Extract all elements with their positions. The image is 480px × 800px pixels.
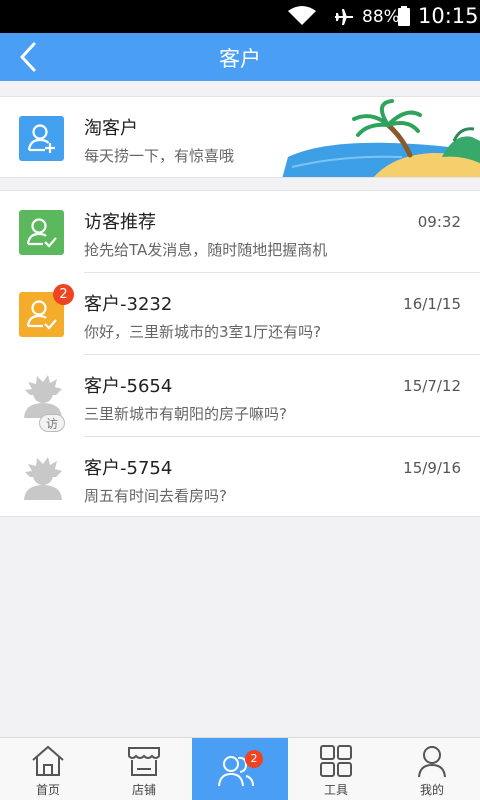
list-item[interactable]: 访 客户-5654 三里新城市有朝阳的房子嘛吗? 15/7/12 xyxy=(0,355,480,437)
navbar: 客户 xyxy=(0,33,480,81)
visitor-tag: 访 xyxy=(45,417,58,431)
list-item[interactable]: 访客推荐 抢先给TA发消息，随时随地把握商机 09:32 xyxy=(0,191,480,273)
tab-label: 工具 xyxy=(323,783,348,797)
visitor-recommend-icon-box xyxy=(19,210,64,255)
airplane-icon xyxy=(335,9,353,25)
tab-label: 店铺 xyxy=(131,783,156,797)
clock: 10:15 xyxy=(418,4,479,28)
battery-percent: 88% xyxy=(362,7,400,27)
battery-icon xyxy=(398,6,410,26)
person-icon xyxy=(418,746,446,778)
list-item-time: 15/9/16 xyxy=(403,459,461,477)
tab-store[interactable]: 店铺 xyxy=(96,738,192,800)
island-illustration xyxy=(282,99,480,177)
user-check-icon xyxy=(26,218,57,248)
bottom-tab-bar: 首页 店铺 2 工具 我的 xyxy=(0,737,480,800)
add-user-icon xyxy=(27,124,55,153)
list-item-name: 客户-5654 xyxy=(84,376,173,397)
list-item-time: 09:32 xyxy=(417,213,461,231)
home-icon xyxy=(32,745,64,776)
list-item-message: 你好，三里新城市的3室1厅还有吗? xyxy=(84,323,322,341)
page-title: 客户 xyxy=(219,47,261,71)
tab-customers[interactable]: 2 xyxy=(192,738,288,800)
list-item-name: 访客推荐 xyxy=(84,212,156,233)
list-item-time: 16/1/15 xyxy=(403,295,461,313)
list-item-name: 客户-3232 xyxy=(84,294,173,315)
tab-mine[interactable]: 我的 xyxy=(384,738,480,800)
customer-list: 访客推荐 抢先给TA发消息，随时随地把握商机 09:32 2 客户-3232 你… xyxy=(0,190,480,517)
wifi-icon xyxy=(288,6,316,25)
list-item-time: 15/7/12 xyxy=(403,377,461,395)
status-bar: 88% 10:15 xyxy=(0,0,480,33)
store-icon xyxy=(128,747,160,776)
list-item[interactable]: 客户-5754 周五有时间去看房吗? 15/9/16 xyxy=(0,437,480,519)
tao-customer-title: 淘客户 xyxy=(84,118,138,139)
tab-label: 首页 xyxy=(35,783,60,797)
list-item[interactable]: 2 客户-3232 你好，三里新城市的3室1厅还有吗? 16/1/15 xyxy=(0,273,480,355)
tab-home[interactable]: 首页 xyxy=(0,738,96,800)
tao-customer-icon-box xyxy=(19,116,64,161)
tab-tools[interactable]: 工具 xyxy=(288,738,384,800)
tao-customer-desc: 每天捞一下，有惊喜哦 xyxy=(84,147,235,165)
default-avatar-icon xyxy=(24,457,62,500)
default-avatar-icon xyxy=(24,375,62,418)
tab-label: 我的 xyxy=(419,783,444,797)
list-item-message: 抢先给TA发消息，随时随地把握商机 xyxy=(84,241,328,259)
list-item-message: 周五有时间去看房吗? xyxy=(84,487,227,505)
list-item-message: 三里新城市有朝阳的房子嘛吗? xyxy=(84,405,287,423)
grid-icon xyxy=(320,745,352,777)
tab-badge: 2 xyxy=(245,750,263,768)
tao-customer-card[interactable]: 淘客户 每天捞一下，有惊喜哦 xyxy=(0,96,480,178)
unread-badge: 2 xyxy=(53,284,74,305)
list-item-name: 客户-5754 xyxy=(84,458,173,479)
